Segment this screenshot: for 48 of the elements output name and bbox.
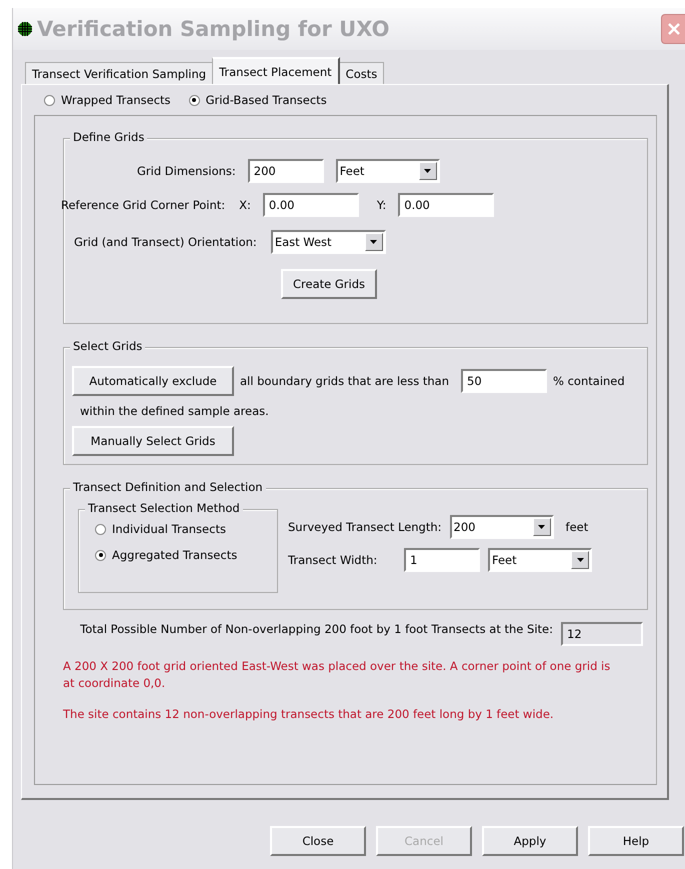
field-label: Grid (and Transect) Orientation: [74, 235, 257, 249]
button[interactable]: Automatically exclude [72, 366, 234, 396]
button[interactable]: Manually Select Grids [72, 426, 234, 456]
dropdown[interactable]: Feet [488, 548, 592, 572]
group-title: Define Grids [70, 130, 148, 144]
input-field[interactable]: 0.00 [398, 193, 494, 217]
button[interactable]: Create Grids [281, 269, 377, 299]
group-title: Transect Selection Method [85, 501, 243, 515]
close-button[interactable] [661, 14, 685, 44]
dropdown[interactable]: Feet [336, 159, 440, 183]
tab[interactable]: Transect Verification Sampling [25, 62, 214, 84]
dropdown-arrow-icon[interactable] [538, 525, 546, 529]
dropdown-arrow-icon[interactable] [576, 558, 584, 562]
radio-button[interactable]: Individual Transects [95, 522, 277, 536]
button[interactable]: Help [588, 826, 684, 856]
unit-label: feet [566, 520, 588, 534]
label-text: % contained [553, 374, 625, 388]
radio-button[interactable]: Wrapped Transects [44, 93, 171, 107]
globe-icon [17, 21, 33, 37]
field-label: Surveyed Transect Length: [288, 520, 442, 534]
input-field[interactable]: 50 [461, 369, 548, 393]
button[interactable]: Apply [482, 826, 578, 856]
status-message: The site contains 12 non-overlapping transects that are 200 feet long by 1 feet wide. [63, 706, 555, 723]
group-title: Select Grids [70, 339, 146, 353]
dropdown[interactable]: 200 [450, 515, 554, 539]
window-title: Verification Sampling for UXO [37, 17, 390, 41]
field-label: Reference Grid Corner Point: [61, 198, 226, 212]
field-label: Y: [376, 198, 386, 212]
field-label: X: [239, 198, 251, 212]
dropdown-arrow-icon[interactable] [424, 169, 432, 173]
dropdown[interactable]: East West [270, 230, 386, 254]
label-text: all boundary grids that are less than [240, 374, 450, 388]
group-title: Transect Definition and Selection [70, 480, 266, 494]
input-field[interactable]: 200 [248, 159, 324, 183]
label-text: within the defined sample areas. [80, 404, 270, 418]
field-label: Grid Dimensions: [137, 164, 236, 178]
radio-button[interactable]: Grid-Based Transects [188, 93, 327, 107]
field-label: Transect Width: [288, 553, 378, 567]
radio-button[interactable]: Aggregated Transects [95, 548, 277, 562]
tab[interactable]: Costs [338, 62, 384, 84]
input-field[interactable]: 1 [404, 548, 480, 572]
dropdown-arrow-icon[interactable] [370, 240, 378, 244]
status-message: A 200 X 200 foot grid oriented East-West was placed over the site. A corner point of one grid is at coordinate 0,0. [63, 658, 612, 692]
input-field[interactable]: 12 [561, 622, 643, 646]
field-label: Total Possible Number of Non-overlapping 200 foot by 1 foot Transects at the Site: [79, 622, 553, 637]
tab[interactable]: Transect Placement [212, 57, 340, 84]
input-field[interactable]: 0.00 [262, 193, 359, 217]
button[interactable]: Close [270, 826, 366, 856]
